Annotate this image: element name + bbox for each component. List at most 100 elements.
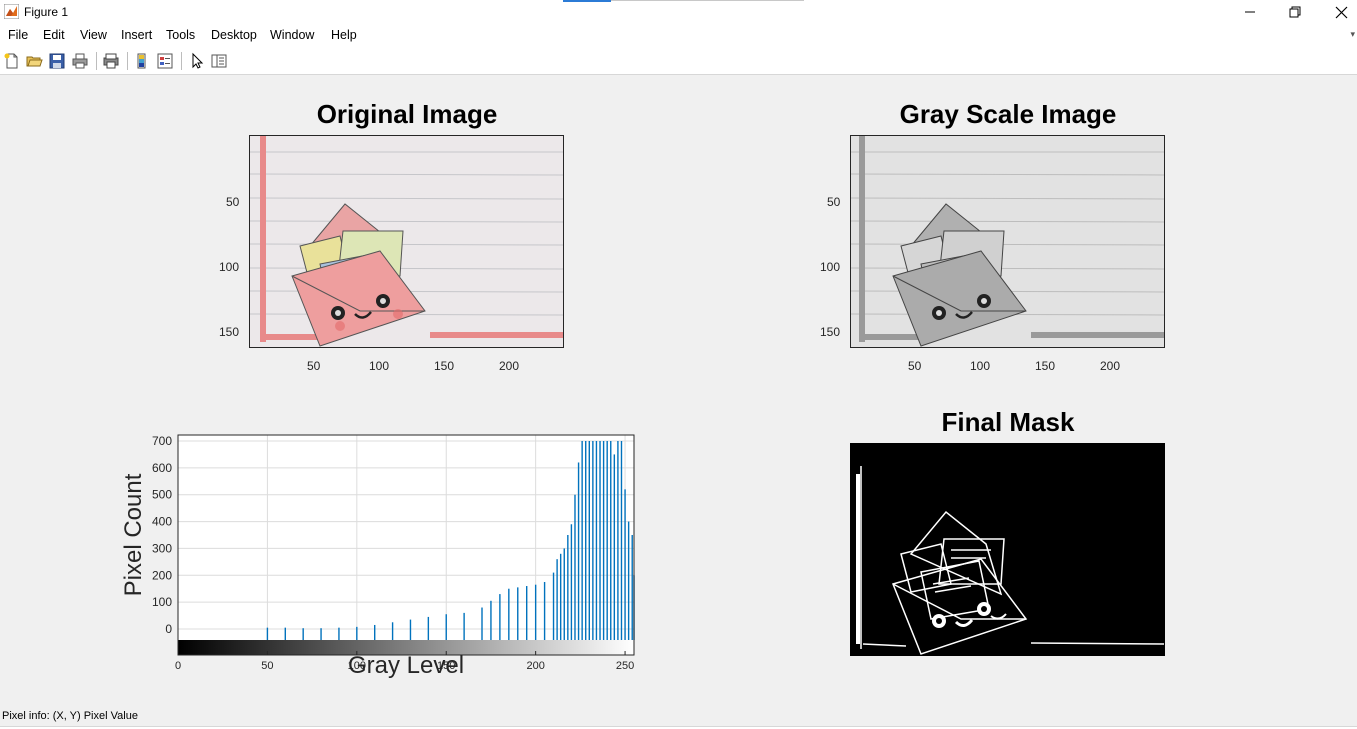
histogram-bar (526, 586, 528, 640)
histogram-bar (427, 616, 430, 640)
figure-toolbar (0, 47, 1357, 75)
title-bar: Figure 1 (0, 0, 1357, 24)
original-image-title: Original Image (316, 99, 498, 129)
close-icon (1335, 6, 1347, 18)
histogram-bar (338, 627, 340, 640)
histogram-bar (613, 454, 616, 640)
histogram-bar (409, 619, 412, 640)
colorbar-icon[interactable] (133, 52, 151, 70)
histogram-bar (266, 627, 269, 640)
minimize-icon (1245, 11, 1255, 13)
x-tick-label: 200 (1100, 359, 1121, 373)
menu-insert[interactable]: Insert (121, 28, 152, 42)
minimize-button[interactable] (1227, 0, 1273, 24)
histogram-bar (356, 626, 358, 640)
histogram-bar (374, 624, 376, 640)
y-tick-label: 100 (820, 260, 841, 274)
toolbar-separator (127, 52, 128, 70)
histogram-bar (577, 462, 580, 640)
menu-edit[interactable]: Edit (43, 28, 65, 42)
open-file-icon[interactable] (25, 52, 43, 70)
histogram-bar (610, 441, 612, 640)
menu-file[interactable]: File (8, 28, 28, 42)
histogram-bar (320, 628, 322, 640)
y-tick-label: 200 (152, 568, 172, 582)
x-tick-label: 150 (1035, 359, 1056, 373)
y-tick-label: 100 (152, 595, 172, 609)
title-accent (563, 0, 611, 2)
x-tick-label: 200 (526, 660, 544, 672)
histogram-bar (302, 628, 304, 640)
histogram-bar (602, 441, 605, 640)
histogram-svg[interactable]: 0100200300400500600700 0 50 100 150 200 250 P… (100, 425, 645, 685)
plot-area (178, 435, 634, 640)
pixel-info-status: Pixel info: (X, Y) Pixel Value (2, 710, 138, 722)
y-axis-label: Pixel Count (120, 473, 147, 596)
y-tick-label: 600 (152, 461, 172, 475)
final-mask-image (851, 444, 1164, 655)
histogram-bar (624, 489, 626, 640)
property-inspector-icon[interactable] (210, 52, 228, 70)
save-icon[interactable] (48, 52, 66, 70)
x-tick-label: 100 (970, 359, 991, 373)
y-tick-label: 300 (152, 541, 172, 555)
histogram-bar (567, 535, 569, 640)
original-image-axes[interactable] (249, 135, 564, 348)
histogram-bar (570, 524, 573, 640)
histogram-bar (631, 535, 633, 640)
legend-icon[interactable] (156, 52, 174, 70)
y-tick-label: 150 (219, 325, 240, 339)
y-tick-label: 0 (165, 622, 172, 636)
toolbar-separator (181, 52, 182, 70)
new-figure-icon[interactable] (3, 52, 21, 70)
print-preview-icon[interactable] (102, 52, 120, 70)
menu-desktop[interactable]: Desktop (211, 28, 257, 42)
histogram-bar (627, 521, 630, 640)
histogram-bar (592, 441, 594, 640)
x-tick-label: 150 (434, 359, 455, 373)
x-tick-label: 0 (175, 660, 181, 672)
y-tick-label: 400 (152, 515, 172, 529)
final-mask-axes[interactable] (850, 443, 1165, 656)
gray-scale-image-axes[interactable] (850, 135, 1165, 348)
matlab-icon (4, 4, 19, 19)
histogram-bar (463, 612, 465, 640)
histogram-bar (617, 441, 619, 640)
gray-scale-image (851, 136, 1164, 347)
menu-tools[interactable]: Tools (166, 28, 195, 42)
final-mask-title: Final Mask (941, 407, 1075, 437)
toolbar-separator (96, 52, 97, 70)
x-tick-label: 250 (616, 660, 634, 672)
menu-help[interactable]: Help (331, 28, 357, 42)
histogram-bar (517, 587, 519, 640)
histogram-bar (534, 584, 537, 640)
y-tick-label: 50 (827, 195, 841, 209)
edit-plot-arrow-icon[interactable] (188, 52, 206, 70)
menu-view[interactable]: View (80, 28, 107, 42)
close-button[interactable] (1318, 0, 1357, 24)
y-tick-label: 500 (152, 488, 172, 502)
menu-window[interactable]: Window (270, 28, 314, 42)
histogram-bar (490, 600, 492, 640)
histogram-bar (445, 614, 447, 640)
title-accent-line (611, 0, 804, 1)
histogram-bar (588, 441, 590, 640)
histogram-bar (585, 441, 587, 640)
histogram-bar (581, 441, 583, 640)
y-tick-label: 50 (226, 195, 240, 209)
menu-overflow-icon[interactable]: ▾ (1350, 29, 1355, 40)
print-icon[interactable] (71, 52, 89, 70)
gray-scale-image-title: Gray Scale Image (899, 99, 1117, 129)
histogram-bar (543, 582, 546, 640)
histogram-bar (599, 441, 601, 640)
y-tick-label: 100 (219, 260, 240, 274)
histogram-bar (620, 441, 623, 640)
histogram-bar (284, 627, 286, 640)
x-tick-label: 100 (369, 359, 390, 373)
histogram-bar (606, 441, 608, 640)
histogram-bar (559, 553, 562, 640)
menu-bar: File Edit View Insert Tools Desktop Wind… (0, 24, 1357, 47)
restore-button[interactable] (1272, 0, 1318, 24)
histogram-bar (481, 607, 483, 640)
histogram-bar (499, 594, 501, 640)
